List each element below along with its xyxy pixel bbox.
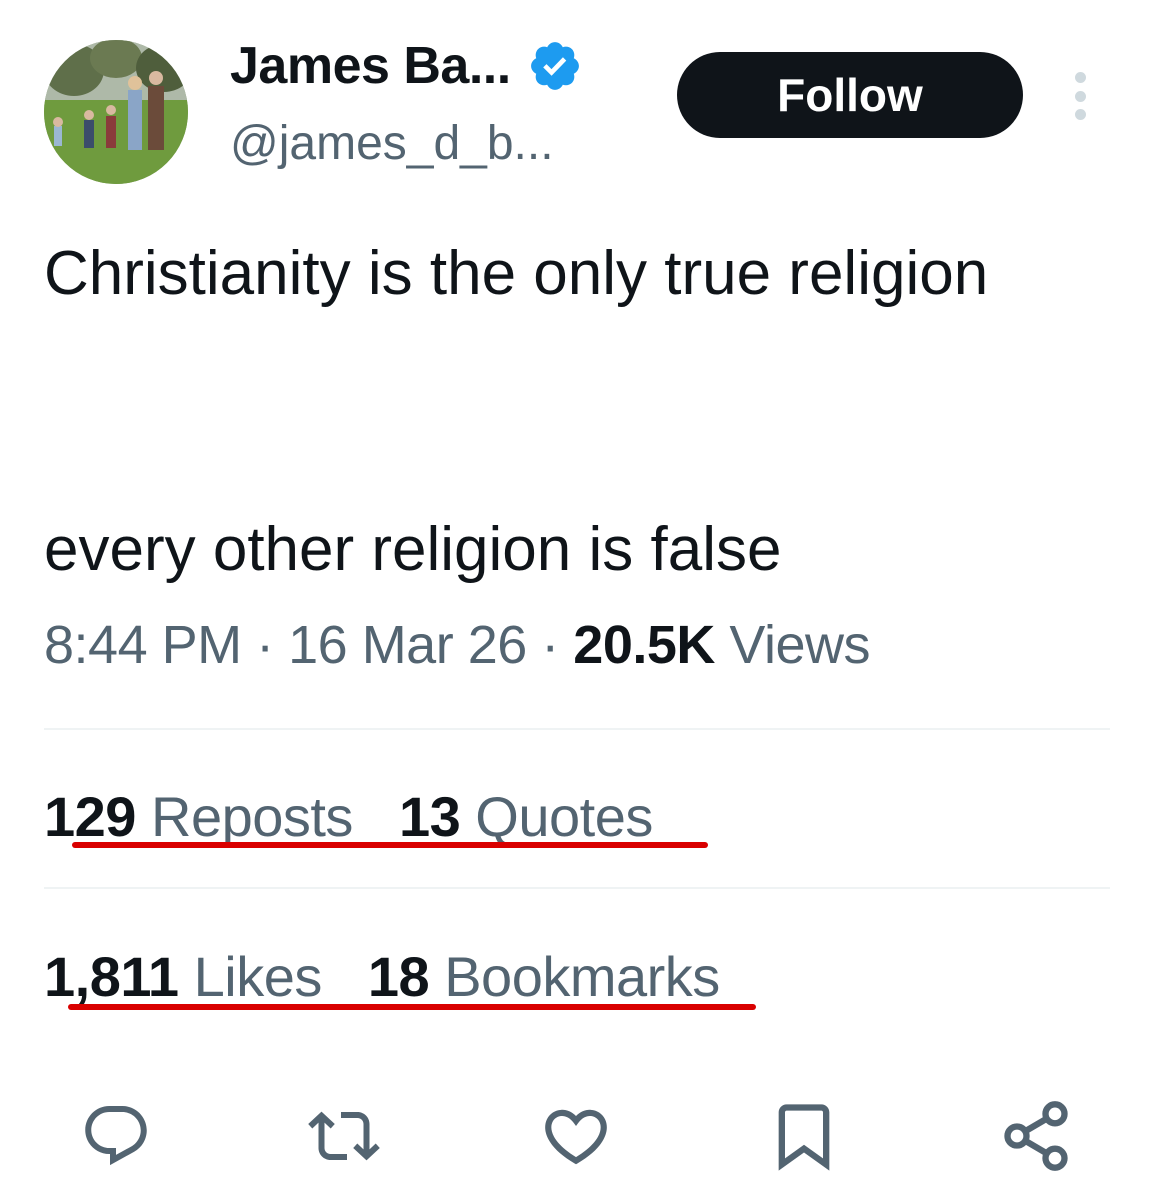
reply-icon: [85, 1106, 147, 1166]
tweet-meta: 8:44 PM · 16 Mar 26 · 20.5K Views: [44, 614, 870, 676]
more-options-icon[interactable]: [1060, 66, 1100, 126]
share-icon: [1004, 1101, 1068, 1171]
likes-count: 1,811: [44, 945, 179, 1008]
quotes-count: 13: [398, 785, 461, 848]
author-handle[interactable]: @james_d_b...: [230, 116, 554, 171]
divider: [44, 728, 1110, 730]
bookmarks-stat[interactable]: 18 Bookmarks: [368, 945, 720, 1008]
likes-stat[interactable]: 1,811 Likes: [44, 945, 322, 1008]
reposts-count: 129: [44, 785, 136, 848]
meta-separator: ·: [541, 615, 559, 675]
tweet-time[interactable]: 8:44 PM: [44, 615, 242, 675]
bookmark-icon: [778, 1104, 830, 1171]
red-underline-annotation: [68, 1004, 756, 1010]
quotes-label: Quotes: [475, 785, 653, 848]
repost-button[interactable]: [304, 1096, 384, 1176]
red-underline-annotation: [72, 842, 708, 848]
reposts-label: Reposts: [151, 785, 353, 848]
meta-separator: ·: [256, 615, 274, 675]
divider: [44, 887, 1110, 889]
bookmarks-count: 18: [367, 945, 430, 1008]
reply-button[interactable]: [76, 1096, 156, 1176]
author-name-row: James Ba...: [230, 36, 583, 96]
avatar[interactable]: [44, 40, 188, 184]
tweet-text: Christianity is the only true religion e…: [44, 239, 989, 584]
like-button[interactable]: [536, 1096, 616, 1176]
verified-badge-icon[interactable]: [527, 38, 583, 94]
author-display-name[interactable]: James Ba...: [230, 36, 511, 96]
reposts-stat[interactable]: 129 Reposts: [44, 785, 353, 848]
views-count[interactable]: 20.5K: [573, 615, 715, 675]
follow-button[interactable]: Follow: [677, 52, 1023, 138]
like-icon: [545, 1109, 607, 1165]
repost-icon: [308, 1111, 380, 1161]
views-label[interactable]: Views: [729, 615, 870, 675]
bookmark-button[interactable]: [764, 1096, 844, 1176]
likes-label: Likes: [193, 945, 323, 1008]
tweet-date[interactable]: 16 Mar 26: [288, 615, 527, 675]
stats-row-likes-bookmarks: 1,811 Likes 18 Bookmarks: [44, 944, 720, 1009]
share-button[interactable]: [996, 1096, 1076, 1176]
bookmarks-label: Bookmarks: [444, 945, 720, 1008]
quotes-stat[interactable]: 13 Quotes: [399, 785, 653, 848]
stats-row-reposts-quotes: 129 Reposts 13 Quotes: [44, 784, 653, 849]
